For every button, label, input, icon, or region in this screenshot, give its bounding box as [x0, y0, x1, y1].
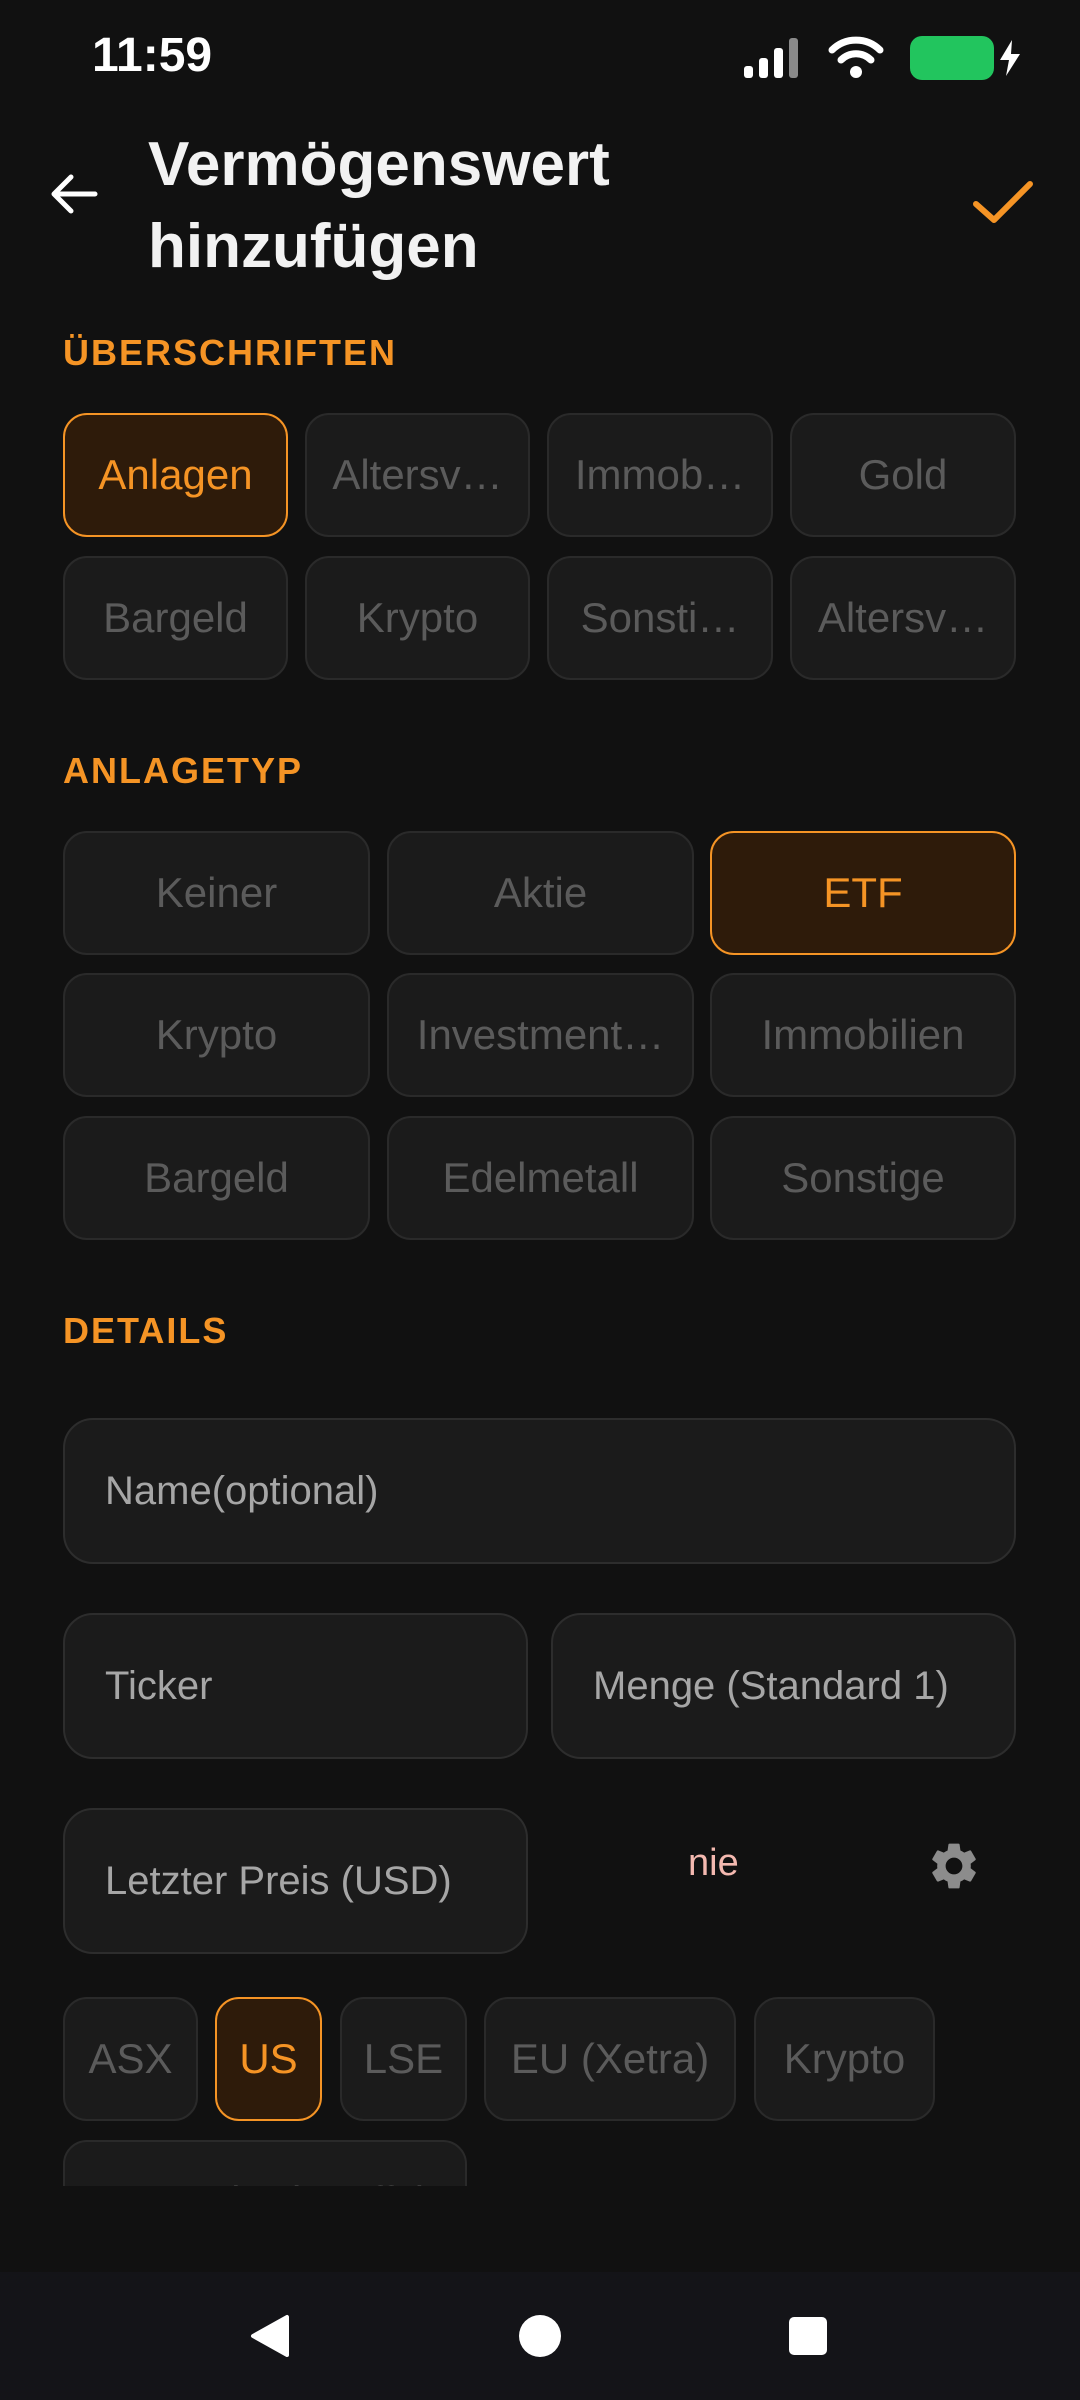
exchange-chip[interactable]: Krypto — [754, 1997, 935, 2121]
heading-chip[interactable]: Krypto — [305, 556, 530, 680]
back-button[interactable] — [44, 164, 104, 224]
circle-home-icon — [519, 2315, 561, 2357]
name-field[interactable] — [63, 1418, 1016, 1564]
asset-type-chip[interactable]: Keiner — [63, 831, 370, 955]
last-price-field[interactable] — [63, 1808, 528, 1954]
asset-type-chip[interactable]: Aktie — [387, 831, 694, 955]
price-settings-button[interactable] — [926, 1838, 982, 1894]
app-header: Vermögenswert hinzufügen — [0, 120, 1080, 290]
nav-home-button[interactable] — [510, 2306, 570, 2366]
section-label-details: DETAILS — [63, 1310, 229, 1351]
heading-chip[interactable]: Gold — [790, 413, 1016, 537]
ticker-input[interactable] — [105, 1663, 526, 1709]
wifi-icon — [828, 36, 884, 78]
section-label-asset-type: ANLAGETYP — [63, 750, 304, 791]
heading-chip[interactable]: Sonsti… — [547, 556, 773, 680]
asset-type-chip[interactable]: Krypto — [63, 973, 370, 1097]
nav-back-button[interactable] — [240, 2306, 300, 2366]
last-update-text: nie — [688, 1842, 739, 1884]
exchange-chip[interactable]: LSE — [340, 1997, 467, 2121]
heading-chip[interactable]: Bargeld — [63, 556, 288, 680]
confirm-button[interactable] — [970, 178, 1036, 228]
asset-type-chip[interactable]: Bargeld — [63, 1116, 370, 1240]
status-time: 11:59 — [92, 29, 213, 82]
asset-type-chip[interactable]: Sonstige — [710, 1116, 1016, 1240]
asset-type-chip[interactable]: ETF — [710, 831, 1016, 955]
last-price-input[interactable] — [105, 1858, 526, 1904]
status-icons — [742, 36, 1020, 80]
asset-type-chip[interactable]: Edelmetall — [387, 1116, 694, 1240]
nav-recents-button[interactable] — [778, 2306, 838, 2366]
exchange-chip[interactable]: SPOT (Rohstoffe) — [63, 2140, 467, 2186]
page-title: Vermögenswert hinzufügen — [148, 130, 610, 281]
exchange-chip[interactable]: EU (Xetra) — [484, 1997, 736, 2121]
scroll-clip: SPOT (Rohstoffe) — [0, 2138, 1080, 2186]
quantity-field[interactable] — [551, 1613, 1016, 1759]
heading-chip[interactable]: Altersv… — [305, 413, 530, 537]
section-label-headings: ÜBERSCHRIFTEN — [63, 332, 398, 373]
signal-icon — [744, 38, 798, 78]
exchange-chip[interactable]: US — [215, 1997, 322, 2121]
triangle-back-icon — [251, 2315, 289, 2357]
arrow-left-icon — [51, 174, 98, 214]
heading-chip[interactable]: Anlagen — [63, 413, 288, 537]
charging-bolt-icon — [1000, 40, 1020, 76]
name-input[interactable] — [105, 1468, 1014, 1514]
system-nav-bar — [0, 2272, 1080, 2400]
heading-chip[interactable]: Altersv… — [790, 556, 1016, 680]
ticker-field[interactable] — [63, 1613, 528, 1759]
asset-type-chip[interactable]: Immobilien — [710, 973, 1016, 1097]
square-recents-icon — [789, 2317, 827, 2355]
heading-chip[interactable]: Immob… — [547, 413, 773, 537]
gear-icon — [932, 1843, 976, 1889]
quantity-input[interactable] — [593, 1663, 1014, 1709]
battery-icon — [910, 36, 1020, 80]
asset-type-chip[interactable]: Investment… — [387, 973, 694, 1097]
status-bar: 11:59 — [0, 0, 1080, 120]
check-icon — [973, 181, 1033, 223]
exchange-chip[interactable]: ASX — [63, 1997, 198, 2121]
